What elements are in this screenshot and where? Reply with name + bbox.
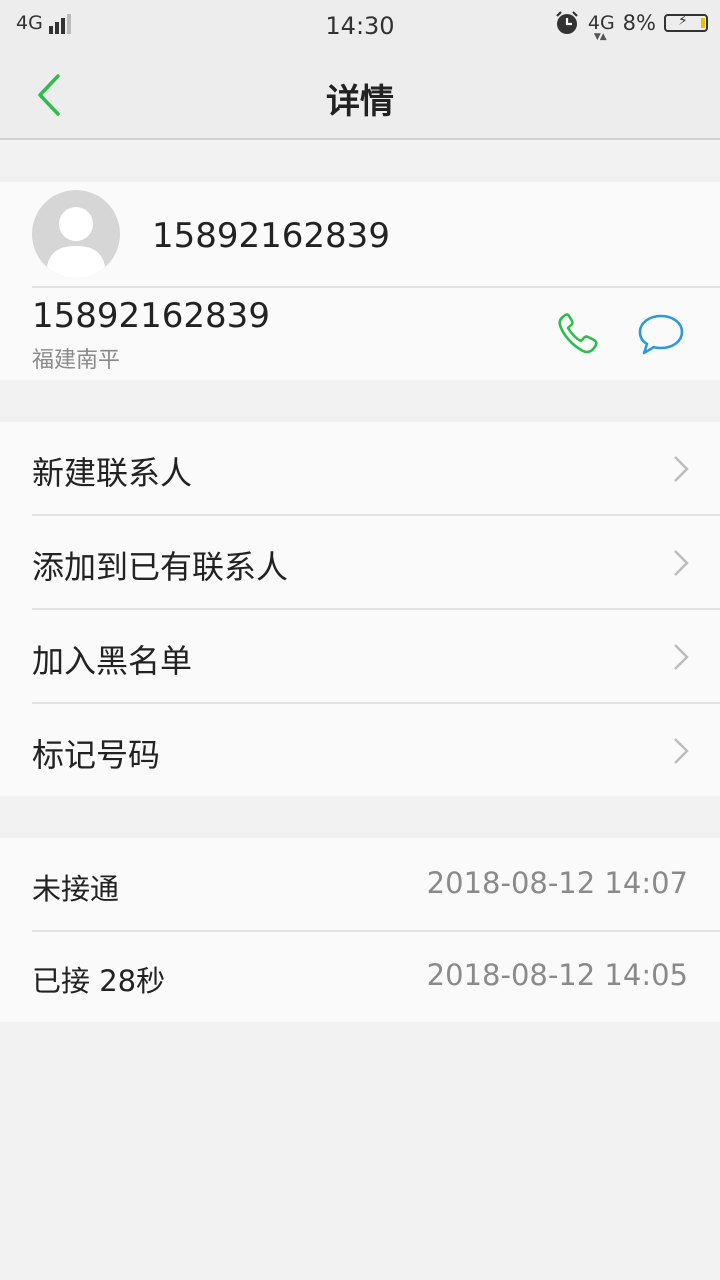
phone-location: 福建南平 <box>32 348 121 373</box>
call-button[interactable] <box>554 310 606 358</box>
status-bar: 4G 14:30 4G ▼▲ 8% ⚡ <box>0 0 720 52</box>
chevron-right-icon <box>674 644 689 670</box>
call-time: 2018-08-12 14:07 <box>426 866 688 900</box>
page-title: 详情 <box>326 82 394 122</box>
chat-bubble-icon <box>638 314 684 355</box>
call-status: 未接通 <box>32 872 120 906</box>
call-log-card: 未接通 2018-08-12 14:07 已接 28秒 2018-08-12 1… <box>0 838 720 1022</box>
action-label: 新建联系人 <box>32 454 193 492</box>
default-avatar-icon <box>46 207 106 278</box>
battery-icon: ⚡ <box>664 13 708 32</box>
action-add-to-existing[interactable]: 添加到已有联系人 <box>0 516 720 609</box>
action-mark-number[interactable]: 标记号码 <box>0 704 720 797</box>
chevron-right-icon <box>674 738 689 764</box>
action-label: 加入黑名单 <box>32 642 193 680</box>
phone-icon <box>558 313 598 354</box>
data-arrows-icon: ▼▲ <box>593 32 607 42</box>
header-bar: 详情 <box>0 52 720 140</box>
alarm-icon <box>556 11 578 34</box>
status-right: 4G ▼▲ 8% ⚡ <box>554 10 708 42</box>
chevron-right-icon <box>674 456 689 482</box>
contact-name: 15892162839 <box>152 216 390 256</box>
action-label: 添加到已有联系人 <box>32 548 289 586</box>
action-new-contact[interactable]: 新建联系人 <box>0 422 720 515</box>
action-label: 标记号码 <box>32 736 161 774</box>
actions-card: 新建联系人 添加到已有联系人 加入黑名单 标记号码 <box>0 422 720 796</box>
message-button[interactable] <box>636 310 686 358</box>
avatar[interactable] <box>32 190 120 278</box>
call-time: 2018-08-12 14:05 <box>426 958 688 992</box>
action-blacklist[interactable]: 加入黑名单 <box>0 610 720 703</box>
call-log-row[interactable]: 已接 28秒 2018-08-12 14:05 <box>0 930 720 1022</box>
divider <box>32 286 720 288</box>
chevron-right-icon <box>674 550 689 576</box>
network-type-secondary: 4G ▼▲ <box>587 12 615 42</box>
call-status: 已接 28秒 <box>32 964 166 998</box>
call-log-row[interactable]: 未接通 2018-08-12 14:07 <box>0 838 720 930</box>
phone-number[interactable]: 15892162839 <box>32 296 270 336</box>
contact-card: 15892162839 15892162839 福建南平 <box>0 182 720 380</box>
battery-percent: 8% <box>622 11 656 35</box>
